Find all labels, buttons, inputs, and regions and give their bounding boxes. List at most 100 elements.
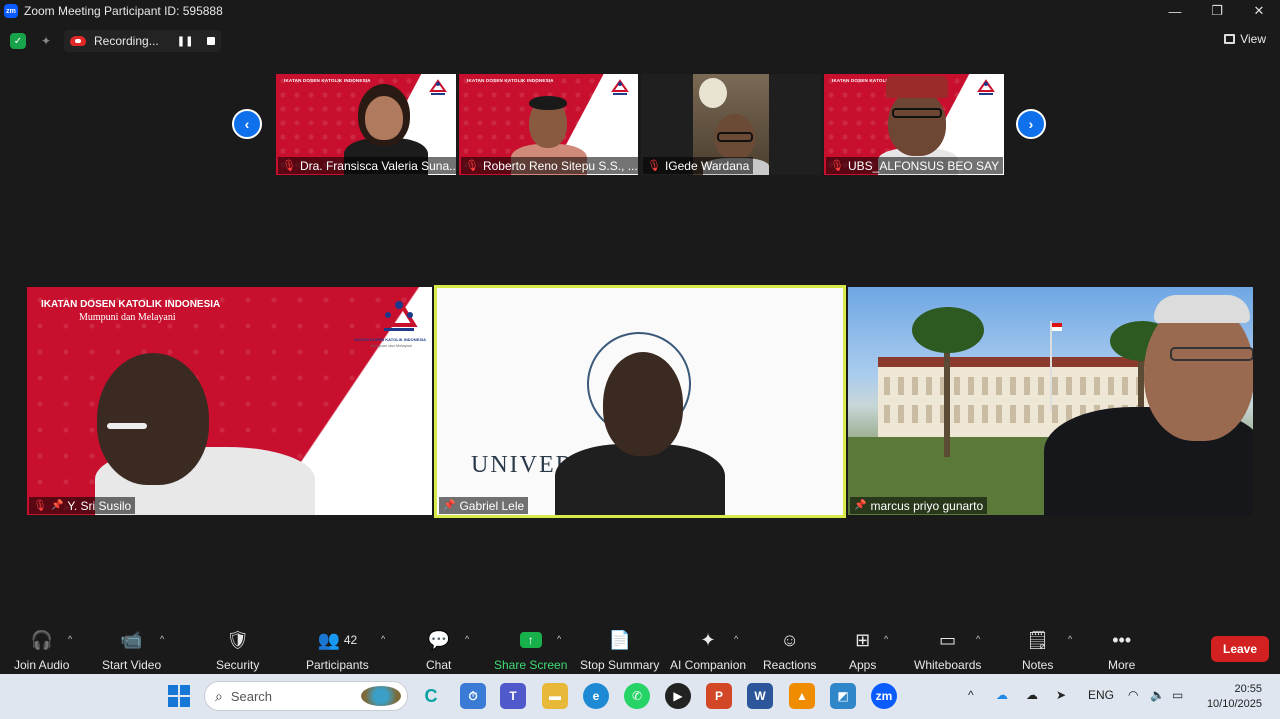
apps-button[interactable]: ⊞ Apps [849, 628, 877, 673]
participants-button[interactable]: 👥 42 Participants [306, 628, 369, 673]
participant-name: Y. Sri Susilo [67, 498, 132, 513]
notes-icon: 🗒 [1026, 629, 1050, 650]
battery-icon[interactable]: ▭ [1172, 688, 1183, 702]
participant-name: UBS_ALFONSUS BEO SAY [847, 158, 1000, 173]
whiteboard-options-caret-icon[interactable]: ^ [976, 634, 980, 644]
participant-name-tag: 🎙 Roberto Reno Sitepu S.S., ... [461, 157, 638, 174]
media-player-icon[interactable]: ▶ [665, 683, 691, 709]
cloud-record-icon [70, 36, 86, 46]
apps-label: Apps [849, 658, 877, 672]
reactions-label: Reactions [763, 658, 817, 672]
whiteboards-label: Whiteboards [914, 658, 982, 672]
participants-count: 42 [343, 633, 358, 647]
emoji-plus-icon: ☺ [780, 629, 799, 650]
apps-options-caret-icon[interactable]: ^ [884, 634, 888, 644]
edge-browser-icon[interactable]: e [583, 683, 609, 709]
view-button[interactable]: View [1224, 32, 1266, 46]
video-tile-marcus-priyo-gunarto[interactable]: 📌 marcus priyo gunarto [848, 287, 1253, 515]
chat-button[interactable]: 💬 Chat [426, 628, 451, 673]
stop-summary-button[interactable]: 📄 Stop Summary [580, 628, 659, 673]
slide-header: IKATAN DOSEN KATOLIK INDONESIA [41, 299, 221, 310]
volume-muted-icon[interactable]: 🔈 [1150, 688, 1165, 702]
word-icon[interactable]: W [747, 683, 773, 709]
zoom-taskbar-icon[interactable]: zm [871, 683, 897, 709]
taskbar-search-input[interactable]: ⌕ Search [204, 681, 408, 711]
recording-label: Recording... [94, 34, 159, 48]
windows-start-icon[interactable] [168, 685, 190, 707]
location-icon[interactable]: ➤ [1056, 688, 1066, 702]
share-screen-label: Share Screen [494, 658, 568, 672]
more-button[interactable]: ••• More [1108, 628, 1135, 673]
share-options-caret-icon[interactable]: ^ [557, 634, 561, 644]
whiteboard-icon: ▭ [939, 629, 957, 650]
pause-recording-icon[interactable]: ❚❚ [177, 36, 194, 47]
video-options-caret-icon[interactable]: ^ [160, 634, 164, 644]
copilot-icon[interactable]: C [418, 683, 444, 709]
encryption-shield-icon[interactable]: ✓ [10, 33, 26, 49]
participant-thumbnail[interactable]: 🎙 IGede Wardana [641, 74, 821, 175]
ikdki-logo-icon [380, 297, 418, 331]
restore-button[interactable]: ❐ [1196, 0, 1238, 22]
chat-options-caret-icon[interactable]: ^ [465, 634, 469, 644]
wifi-icon[interactable]: ◠ [1128, 688, 1138, 702]
video-tile-gabriel-lele[interactable]: UNIVERSIT MADA 📌Gabriel Lele [434, 285, 846, 518]
summary-doc-icon: 📄 [608, 629, 631, 650]
ai-companion-label: AI Companion [670, 658, 747, 672]
whiteboards-button[interactable]: ▭ Whiteboards [914, 628, 982, 673]
participant-name-tag: 📌 Gabriel Lele [439, 497, 529, 514]
system-clock[interactable]: 20:55 10/10/2025 [1207, 682, 1262, 712]
ikdki-logo-icon [977, 79, 995, 95]
onedrive-icon[interactable]: ☁ [996, 688, 1008, 702]
participant-name-tag: 📌 marcus priyo gunarto [850, 497, 988, 514]
participant-thumbnail[interactable]: IKATAN DOSEN KATOLIK INDONESIA 🎙 Roberto … [459, 74, 638, 175]
video-tile-y-sri-susilo[interactable]: IKATAN DOSEN KATOLIK INDONESIA Mumpuni d… [27, 287, 432, 515]
language-indicator[interactable]: ENG [1088, 688, 1114, 702]
pin-icon: 📌 [443, 500, 456, 511]
leave-button[interactable]: Leave [1211, 636, 1269, 662]
reactions-button[interactable]: ☺ Reactions [763, 628, 817, 673]
whatsapp-icon[interactable]: ✆ [624, 683, 650, 709]
security-button[interactable]: 🛡 Security [216, 628, 260, 673]
clock-app-icon[interactable]: ⏱ [460, 683, 486, 709]
security-label: Security [216, 658, 260, 672]
stop-recording-icon[interactable] [207, 37, 216, 45]
participant-thumbnail[interactable]: IKATAN DOSEN KATOLIK INDONESIA 🎙 Dra. Fra… [276, 74, 456, 175]
logo-caption: IKATAN DOSEN KATOLIK INDONESIA [354, 337, 426, 342]
start-video-button[interactable]: 📹 Start Video [102, 628, 161, 673]
pin-icon: 📌 [50, 500, 64, 511]
participant-name: Roberto Reno Sitepu S.S., ... [482, 158, 638, 173]
photos-icon[interactable]: ◩ [830, 683, 856, 709]
window-controls: — ❐ ✕ [1154, 0, 1280, 22]
minimize-button[interactable]: — [1154, 0, 1196, 22]
meeting-toolbar: 🎧 Join Audio ^ 📹 Start Video ^ 🛡 Securit… [0, 624, 1280, 674]
close-button[interactable]: ✕ [1238, 0, 1280, 22]
previous-page-arrow-icon[interactable]: ‹ [232, 109, 262, 139]
share-arrow-icon: ↑ [519, 632, 542, 648]
ai-options-caret-icon[interactable]: ^ [734, 634, 738, 644]
view-label: View [1240, 32, 1266, 46]
tray-overflow-icon[interactable]: ^ [968, 688, 974, 702]
participant-name: marcus priyo gunarto [870, 498, 984, 513]
powerpoint-icon[interactable]: P [706, 683, 732, 709]
ai-sparkle-icon[interactable]: ✦ [38, 33, 54, 49]
apps-icon: ⊞ [855, 629, 871, 650]
join-audio-button[interactable]: 🎧 Join Audio [14, 628, 69, 673]
vlc-icon[interactable]: ▲ [789, 683, 815, 709]
next-page-arrow-icon[interactable]: › [1016, 109, 1046, 139]
participants-options-caret-icon[interactable]: ^ [381, 634, 385, 644]
mic-muted-icon: 🎙 [465, 160, 479, 172]
audio-options-caret-icon[interactable]: ^ [68, 634, 72, 644]
participants-icon: 👥 42 [317, 629, 358, 650]
file-explorer-icon[interactable]: ▬ [542, 683, 568, 709]
grid-view-icon [1224, 34, 1236, 44]
chat-bubble-icon: 💬 [427, 629, 450, 650]
cloud-status-icon[interactable]: ☁ [1026, 688, 1038, 702]
notes-button[interactable]: 🗒 Notes [1022, 628, 1053, 673]
participant-name: Dra. Fransisca Valeria Suna... [299, 158, 456, 173]
notes-options-caret-icon[interactable]: ^ [1068, 634, 1072, 644]
pin-icon: 📌 [854, 500, 867, 511]
teams-icon[interactable]: T [500, 683, 526, 709]
shield-icon: 🛡 [226, 629, 250, 650]
participant-thumbnail[interactable]: IKATAN DOSEN KATOLIK INDONESIA 🎙 UBS_ALFO… [824, 74, 1004, 175]
zoom-app-icon: zm [4, 4, 18, 18]
